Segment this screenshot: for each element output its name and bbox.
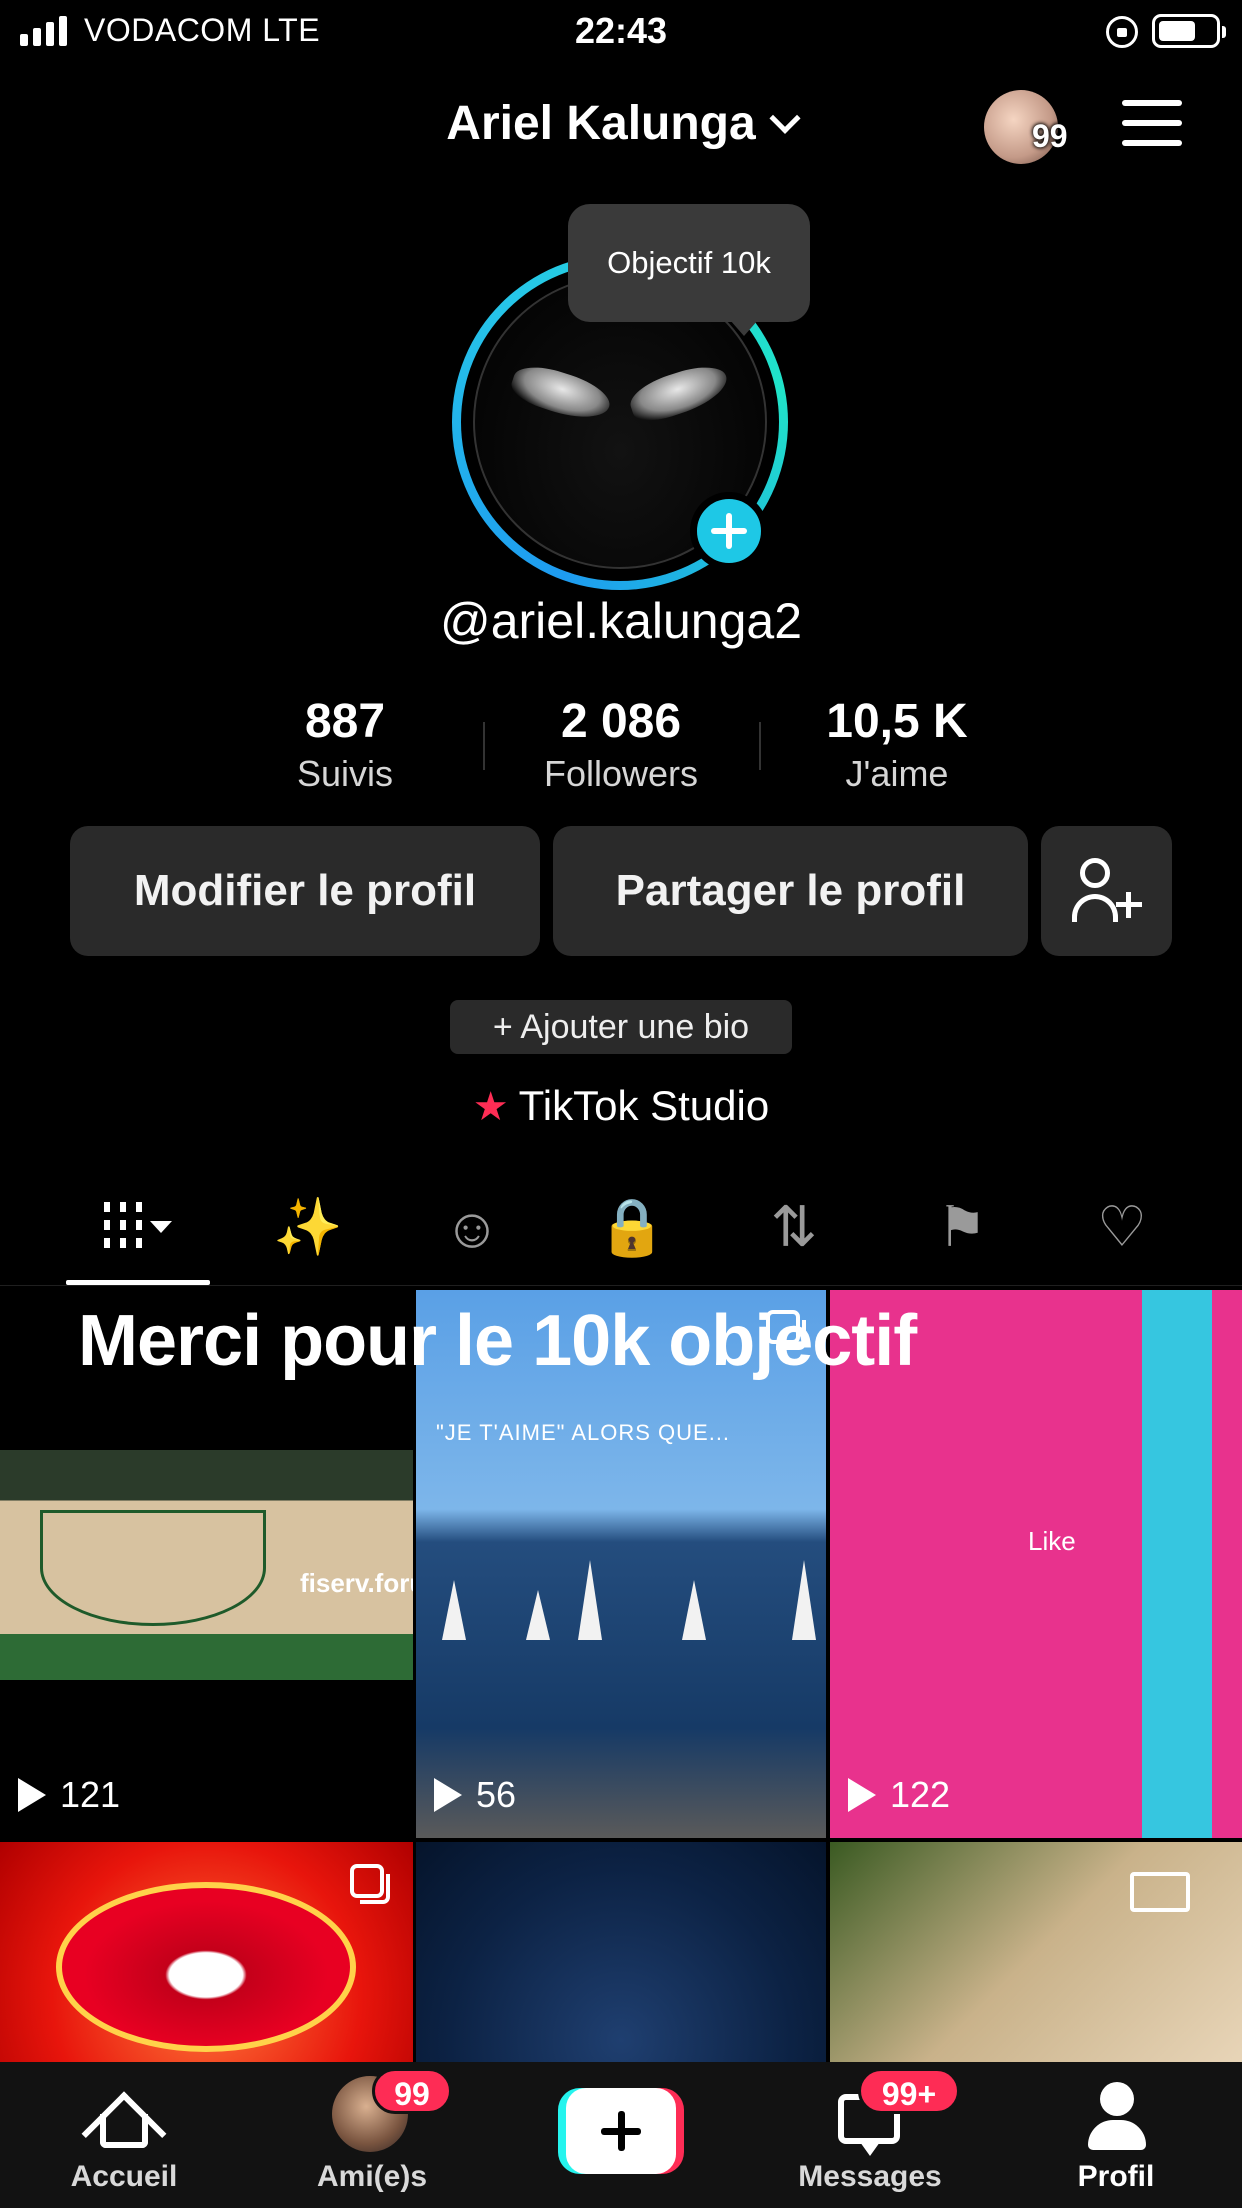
basketball-thumbnail [0,1450,413,1680]
tab-reposts[interactable]: ⇅ [734,1168,854,1286]
lock-icon: 🔒 [597,1195,667,1258]
lips-thumbnail [56,1882,356,2052]
sticker-icon: ☺ [443,1195,501,1259]
nav-label: Ami(e)s [316,2160,428,2193]
sparkle-icon: ✨ [273,1195,343,1258]
play-icon [434,1778,462,1812]
goal-tooltip: Objectif 10k [568,204,810,336]
nav-label: Profil [1077,2160,1155,2193]
add-friend-button[interactable] [1041,826,1172,956]
studio-label: TikTok Studio [518,1082,770,1129]
home-icon [81,2084,167,2177]
person-add-icon [1071,856,1142,926]
video-tile[interactable] [416,1842,826,2062]
messages-badge: 99+ [858,2068,960,2114]
view-count: 121 [18,1774,120,1816]
chevron-down-icon [769,102,801,134]
stat-value: 10,5 K [826,695,968,748]
share-profile-button[interactable]: Partager le profil [553,826,1028,956]
status-bar: VODACOM LTE 22:43 [0,0,1242,62]
thumbnail-brand-text: fiserv.forum [300,1568,413,1598]
grid-icon [104,1202,142,1252]
stat-likes[interactable]: 10,5 K J'aime [759,694,1035,795]
view-count: 56 [434,1774,516,1816]
username: @ariel.kalunga2 [439,593,803,649]
hoop-thumbnail [1130,1872,1190,1912]
nav-label: Accueil [70,2160,178,2193]
nav-home[interactable]: Accueil [24,2062,224,2208]
add-story-plus-icon[interactable] [690,492,768,570]
friends-badge: 99 [372,2068,452,2114]
stat-label: Followers [543,753,699,794]
add-bio-button[interactable]: + Ajouter une bio [450,1000,792,1054]
video-caption: "JE T'AIME" ALORS QUE... [436,1420,731,1445]
studio-person-star-icon: ★ [472,1085,509,1129]
tab-videos[interactable] [78,1168,198,1286]
tab-stickers[interactable]: ☺ [412,1168,532,1286]
create-button[interactable] [558,2088,684,2174]
edit-profile-button[interactable]: Modifier le profil [70,826,540,956]
profile-stats: 887 Suivis 2 086 Followers 10,5 K J'aime [0,694,1242,795]
tiktok-studio-link[interactable]: ★ TikTok Studio [0,1082,1242,1130]
avatar-count-badge: 99 [1032,118,1068,154]
video-tile[interactable] [830,1842,1242,2062]
tab-sparkle[interactable]: ✨ [248,1168,368,1286]
stat-label: Suivis [296,753,394,794]
nav-label: Messages [798,2160,942,2193]
view-count: 122 [848,1774,950,1816]
caret-down-icon [150,1221,172,1233]
tab-favorites[interactable]: ⚑ [902,1168,1022,1286]
play-icon [848,1778,876,1812]
multi-photo-icon [350,1864,390,1904]
rotation-lock-icon [1106,16,1138,48]
hamburger-menu-icon[interactable] [1122,100,1182,146]
display-name: Ariel Kalunga [446,97,756,150]
stat-following[interactable]: 887 Suivis [207,694,483,795]
repost-icon: ⇅ [770,1195,818,1258]
active-tab-indicator [66,1280,210,1285]
stat-label: J'aime [845,753,949,794]
battery-icon [1152,14,1226,48]
tab-private[interactable]: 🔒 [572,1168,692,1286]
video-caption: Like [1028,1526,1076,1556]
heart-hidden-icon: ♡ [1096,1195,1148,1258]
video-tile[interactable] [0,1842,413,2062]
profile-icon [1086,2082,1146,2152]
play-icon [18,1778,46,1812]
pinned-video-title: Merci pour le 10k objectif [78,1301,917,1381]
stat-followers[interactable]: 2 086 Followers [483,694,759,795]
content-tabs: ✨ ☺ 🔒 ⇅ ⚑ ♡ [0,1168,1242,1286]
stat-value: 2 086 [560,695,682,748]
stat-value: 887 [304,695,386,748]
bookmark-hidden-icon: ⚑ [936,1195,988,1258]
status-time: 22:43 [574,10,668,51]
plus-icon [566,2088,676,2174]
tab-liked[interactable]: ♡ [1062,1168,1182,1286]
